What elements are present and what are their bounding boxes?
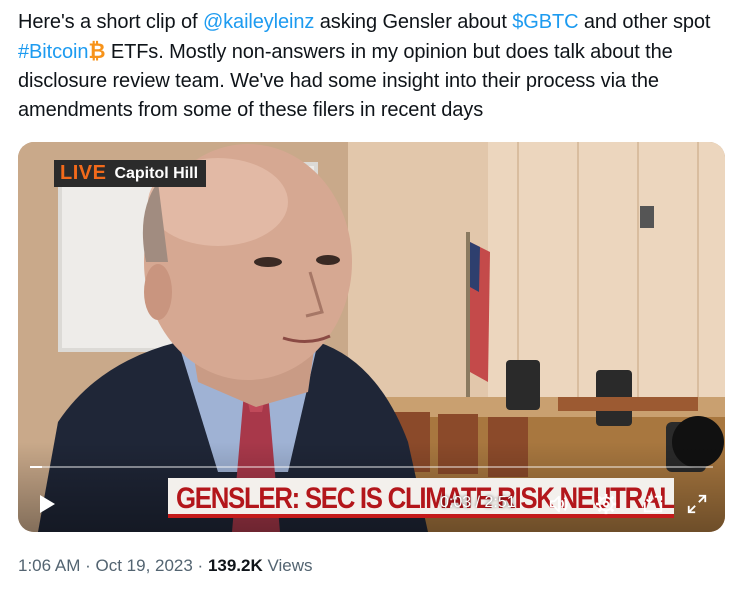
live-label: LIVE — [54, 160, 113, 187]
play-icon — [40, 495, 55, 513]
progress-bar[interactable] — [30, 466, 713, 468]
settings-button[interactable] — [595, 493, 617, 515]
mention-link[interactable]: @kaileyleinz — [203, 11, 314, 33]
tweet-date[interactable]: Oct 19, 2023 — [95, 556, 192, 575]
separator-dot: · — [192, 556, 208, 575]
tweet-metadata: 1:06 AM · Oct 19, 2023 · 139.2K Views — [18, 556, 313, 576]
fullscreen-button[interactable] — [686, 493, 708, 515]
gear-icon — [595, 493, 617, 515]
picture-in-picture-icon — [643, 495, 663, 513]
volume-button[interactable] — [548, 493, 570, 515]
time-display: 0:03 / 2:51 — [440, 494, 516, 512]
tweet-text-segment: Here's a short clip of — [18, 11, 203, 33]
progress-fill — [30, 466, 42, 468]
separator-dot: · — [80, 556, 96, 575]
bitcoin-emoji-icon: ₿ — [88, 40, 106, 63]
duration: 2:51 — [484, 494, 516, 511]
fullscreen-icon — [687, 494, 707, 514]
live-badge: LIVE Capitol Hill — [54, 160, 207, 187]
tweet-text-segment: and other spot — [578, 11, 711, 33]
location-label: Capitol Hill — [112, 160, 207, 187]
pip-button[interactable] — [642, 493, 664, 515]
current-time: 0:03 — [440, 494, 472, 511]
tweet-time[interactable]: 1:06 AM — [18, 556, 80, 575]
volume-icon — [549, 495, 568, 513]
cashtag-link[interactable]: $GBTC — [512, 11, 578, 33]
views-count: 139.2K — [207, 556, 263, 575]
views-label: Views — [262, 556, 313, 575]
time-separator: / — [471, 494, 485, 511]
tweet-text-segment: ETFs. Mostly non-answers in my opinion b… — [18, 41, 673, 121]
hashtag-link[interactable]: #Bitcoin — [18, 41, 88, 63]
play-button[interactable] — [34, 492, 58, 516]
video-player[interactable]: LIVE Capitol Hill GENSLER: SEC IS CLIMAT… — [18, 142, 725, 532]
tweet-text: Here's a short clip of @kaileyleinz aski… — [18, 8, 733, 125]
tweet-text-segment: asking Gensler about — [314, 11, 513, 33]
